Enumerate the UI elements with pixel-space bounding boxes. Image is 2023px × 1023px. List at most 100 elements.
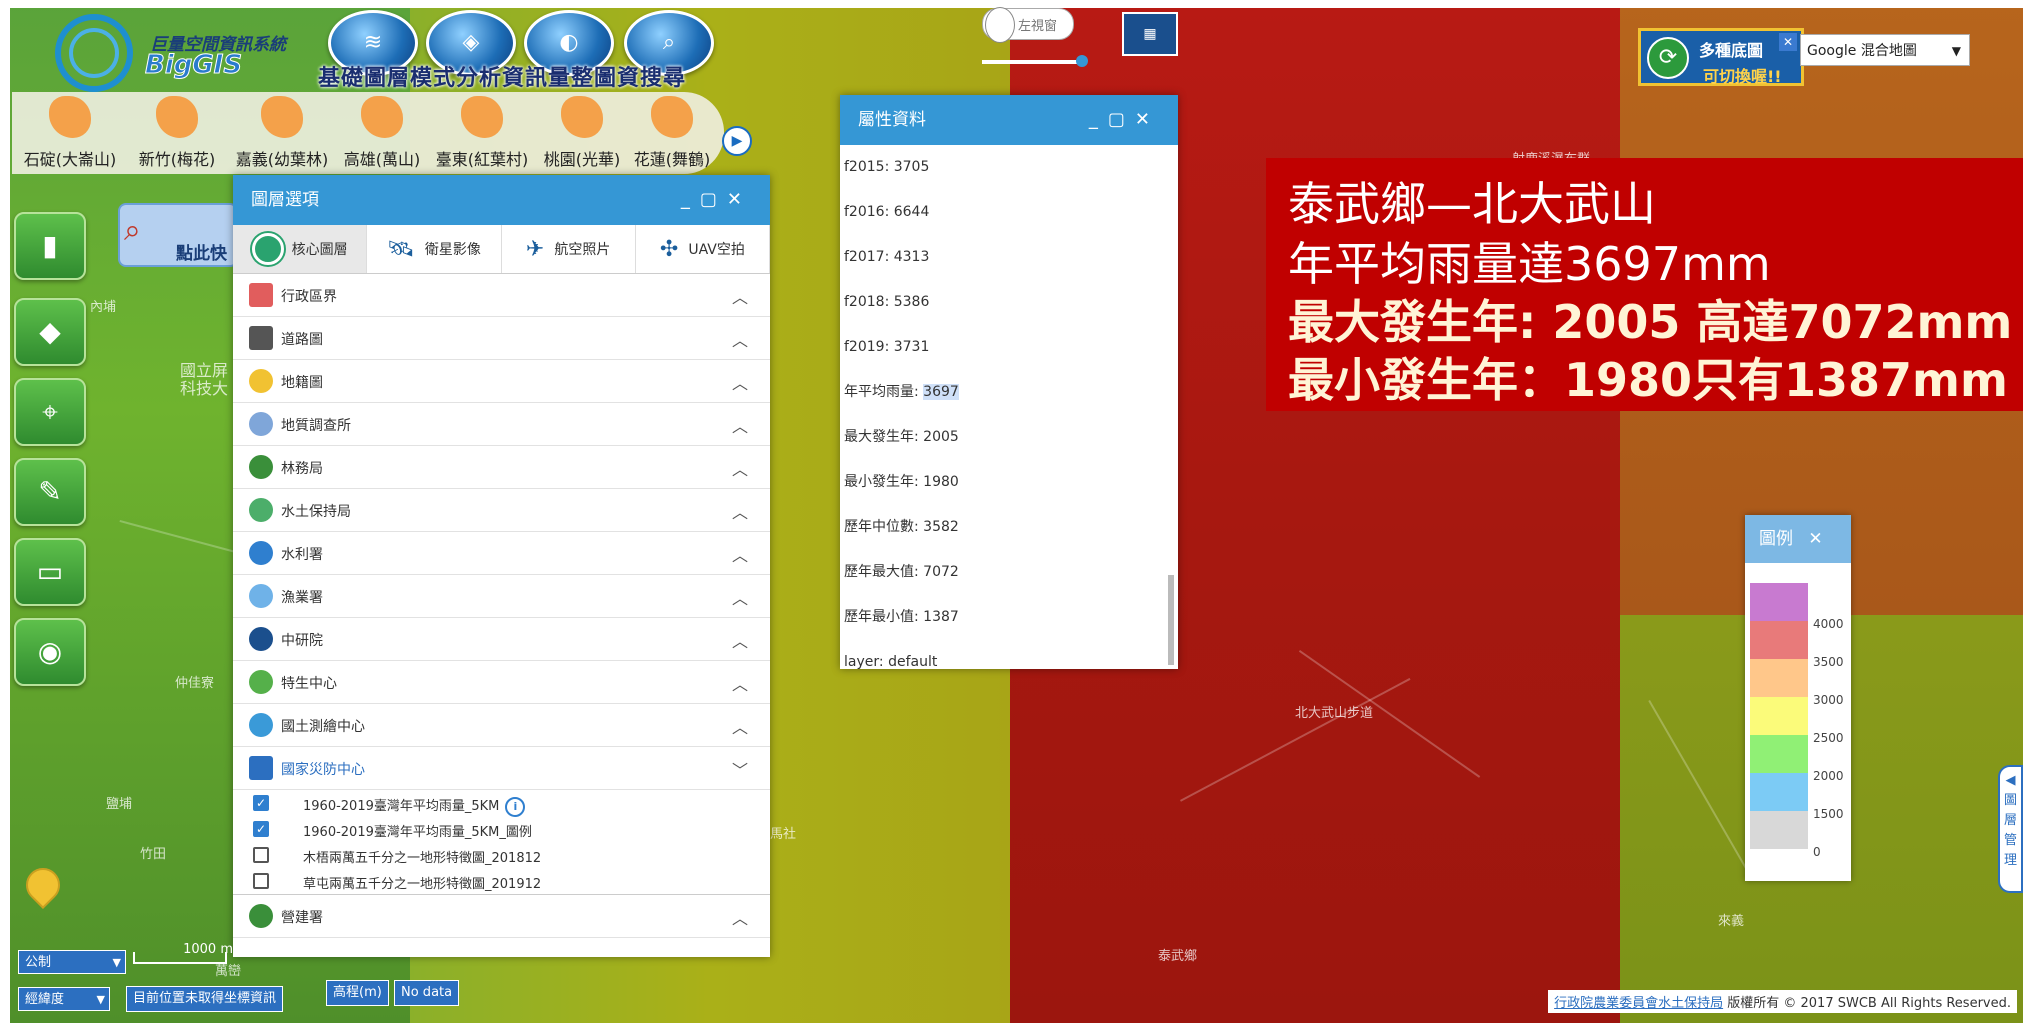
- taiwan-map-icon[interactable]: ◆: [14, 298, 86, 366]
- window-controls[interactable]: _▢✕: [1089, 95, 1160, 145]
- elevation-label: 高程(m): [326, 980, 389, 1006]
- map-label-trail: 北大武山步道: [1295, 706, 1374, 721]
- layer-category[interactable]: 水利署 ︿: [233, 532, 770, 575]
- place-item[interactable]: 桃園(光華): [532, 96, 632, 170]
- map-label-shrine: 馬社: [770, 827, 797, 842]
- coordinate-info-button[interactable]: 目前位置未取得坐標資訊: [126, 986, 284, 1012]
- info-min-year: 最小發生年：1980只有1387mm: [1288, 353, 2008, 407]
- layer-category[interactable]: 國土測繪中心 ︿: [233, 704, 770, 747]
- attribute-row: 歷年最大值: 7072: [844, 564, 959, 580]
- checkbox-checked[interactable]: ✓: [253, 795, 269, 811]
- layer-manager-tab[interactable]: ◀ 圖 層 管 理: [1998, 765, 2023, 893]
- left-window-toggle[interactable]: 左視窗: [982, 7, 1074, 43]
- place-map-icon: [261, 96, 303, 138]
- tab-core-layers[interactable]: 核心圖層: [233, 225, 368, 273]
- layer-category[interactable]: 水土保持局 ︿: [233, 489, 770, 532]
- attribute-panel-titlebar[interactable]: 屬性資料 _▢✕: [840, 95, 1178, 145]
- legend-header[interactable]: 圖例 ✕: [1745, 515, 1851, 563]
- chevron-up-icon[interactable]: ︿: [732, 499, 748, 523]
- checkbox[interactable]: [253, 847, 269, 863]
- place-item[interactable]: 臺東(紅葉村): [432, 96, 532, 170]
- basemap-select-value: Google 混合地圖: [1807, 43, 1917, 59]
- checkbox[interactable]: [253, 873, 269, 889]
- chevron-down-icon[interactable]: ﹀: [732, 757, 748, 781]
- close-icon[interactable]: ✕: [1808, 529, 1822, 549]
- survey-mapping-icon: [249, 713, 273, 737]
- sublayer-item[interactable]: ✓ 1960-2019臺灣年平均雨量_5KM_圖例: [233, 816, 770, 842]
- chevron-up-icon[interactable]: ︿: [732, 714, 748, 738]
- layer-category[interactable]: 特生中心 ︿: [233, 661, 770, 704]
- info-icon[interactable]: i: [505, 797, 526, 817]
- chevron-up-icon[interactable]: ︿: [732, 628, 748, 652]
- compare-window-icon[interactable]: ▦: [1122, 12, 1178, 56]
- layer-panel-titlebar[interactable]: 圖層選項 _▢✕: [233, 175, 770, 225]
- side-tab-char: 理: [2003, 853, 2017, 868]
- opacity-slider[interactable]: [982, 55, 1088, 67]
- place-item[interactable]: 石碇(大崙山): [20, 96, 120, 170]
- tab-aerial-photo[interactable]: ✈ 航空照片: [502, 225, 636, 273]
- legend-swatch: [1750, 659, 1808, 697]
- chevron-up-icon[interactable]: ︿: [732, 284, 748, 308]
- map-pin-icon[interactable]: ⌖: [14, 378, 86, 446]
- rainfall-info-box: 泰武鄉—北大武山 年平均雨量達3697mm 最大發生年: 2005 高達7072…: [1266, 158, 2023, 411]
- chevron-up-icon[interactable]: ︿: [732, 542, 748, 566]
- layer-category-expanded[interactable]: 國家災防中心 ﹀: [233, 747, 770, 790]
- map-label-yanpu: 鹽埔: [106, 797, 133, 812]
- side-tab-char: 層: [2003, 813, 2017, 828]
- sublayer-item[interactable]: 草屯兩萬五千分之一地形特徵圖_201912: [233, 868, 770, 894]
- place-next-arrow-icon[interactable]: ▶: [722, 126, 752, 156]
- tab-uav[interactable]: ✣ UAV空拍: [636, 225, 770, 273]
- close-icon[interactable]: ✕: [1779, 33, 1797, 51]
- map-tools-icon[interactable]: ✎: [14, 458, 86, 526]
- slider-handle[interactable]: [1076, 55, 1088, 67]
- biggis-logo[interactable]: 巨量空間資訊系統 BigGIS: [55, 14, 305, 94]
- sublayer-item[interactable]: ✓ 1960-2019臺灣年平均雨量_5KM i: [233, 790, 770, 817]
- place-item[interactable]: 新竹(梅花): [127, 96, 227, 170]
- scale-bar: 1000 m: [133, 943, 233, 964]
- info-annual-rainfall: 年平均雨量達3697mm: [1288, 237, 1771, 291]
- tab-satellite[interactable]: 🛰 衛星影像: [367, 225, 502, 273]
- coordinate-format-select[interactable]: 經緯度 ▼: [18, 987, 110, 1011]
- legend-swatch: [1750, 583, 1808, 621]
- layer-category[interactable]: 道路圖 ︿: [233, 317, 770, 360]
- attribute-panel-title: 屬性資料: [858, 110, 926, 130]
- layer-category[interactable]: 地質調查所 ︿: [233, 403, 770, 446]
- layer-category[interactable]: 地籍圖 ︿: [233, 360, 770, 403]
- window-icon[interactable]: ▭: [14, 538, 86, 606]
- category-label: 營建署: [281, 910, 323, 926]
- place-item[interactable]: 嘉義(幼葉林): [232, 96, 332, 170]
- quick-search-button[interactable]: ⌕ 點此快: [118, 203, 238, 267]
- layer-category[interactable]: 中研院 ︿: [233, 618, 770, 661]
- window-controls[interactable]: _▢✕: [681, 175, 752, 225]
- chevron-up-icon[interactable]: ︿: [732, 456, 748, 480]
- layer-category[interactable]: 漁業署 ︿: [233, 575, 770, 618]
- door-exit-icon[interactable]: ▮: [14, 212, 86, 280]
- chevron-up-icon[interactable]: ︿: [732, 413, 748, 437]
- unit-select[interactable]: 公制 ▼: [18, 950, 126, 974]
- basemap-select[interactable]: Google 混合地圖 ▼: [1800, 34, 1970, 66]
- chevron-up-icon[interactable]: ︿: [732, 671, 748, 695]
- layer-category[interactable]: 營建署 ︿: [233, 894, 770, 938]
- chevron-up-icon[interactable]: ︿: [732, 905, 748, 929]
- place-label: 臺東(紅葉村): [435, 150, 529, 169]
- sublayer-item[interactable]: 木梧兩萬五千分之一地形特徵圖_201812: [233, 842, 770, 868]
- unit-select-value: 公制: [25, 955, 52, 970]
- legend-swatch: [1750, 811, 1808, 849]
- chevron-up-icon[interactable]: ︿: [732, 585, 748, 609]
- layer-category[interactable]: 林務局 ︿: [233, 446, 770, 489]
- place-item[interactable]: 花蓮(舞鶴): [622, 96, 722, 170]
- chevron-up-icon[interactable]: ︿: [732, 327, 748, 351]
- checkbox-checked[interactable]: ✓: [253, 821, 269, 837]
- scrollbar[interactable]: [1168, 575, 1174, 665]
- attribute-row: layer: default: [844, 654, 938, 670]
- chevron-up-icon[interactable]: ︿: [732, 370, 748, 394]
- tab-label: 衛星影像: [424, 242, 481, 258]
- legend-label: 4000: [1813, 617, 1844, 631]
- place-label: 花蓮(舞鶴): [633, 150, 711, 169]
- place-item[interactable]: 高雄(萬山): [332, 96, 432, 170]
- basemap-tip-banner[interactable]: ⟳ 多種底圖 可切換喔!! ✕: [1638, 28, 1804, 86]
- layer-category[interactable]: 行政區界 ︿: [233, 274, 770, 317]
- agency-link[interactable]: 行政院農業委員會水土保持局: [1554, 996, 1723, 1011]
- globe-icon[interactable]: ◉: [14, 618, 86, 686]
- toggle-knob[interactable]: [985, 7, 1015, 43]
